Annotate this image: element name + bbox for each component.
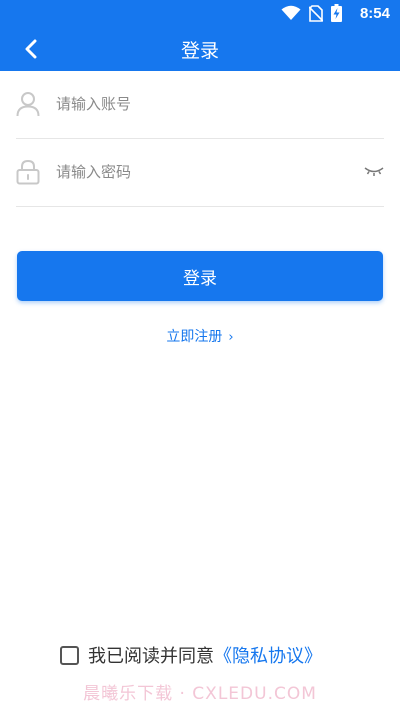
privacy-policy-link[interactable]: 《隐私协议》 <box>214 642 322 668</box>
status-bar: 8:54 <box>0 0 400 26</box>
agreement-row: 我已阅读并同意 《隐私协议》 <box>60 642 322 668</box>
battery-charging-icon <box>331 4 342 22</box>
app-header: 8:54 登录 <box>0 0 400 71</box>
register-link[interactable]: 立即注册 › <box>0 326 400 346</box>
navbar: 登录 <box>0 26 400 71</box>
eye-closed-icon[interactable] <box>364 163 384 179</box>
no-sim-icon <box>309 4 323 22</box>
account-field <box>16 71 384 139</box>
chevron-right-icon: › <box>228 330 234 345</box>
wifi-icon <box>281 5 301 20</box>
page-title: 登录 <box>180 40 219 62</box>
user-icon <box>16 92 40 117</box>
password-field <box>16 139 384 207</box>
lock-icon <box>16 159 40 185</box>
password-input[interactable] <box>56 157 356 187</box>
login-button[interactable]: 登录 <box>17 251 383 301</box>
watermark: 晨曦乐下载 · CXLEDU.COM <box>83 684 317 704</box>
status-icons <box>281 4 342 22</box>
agree-checkbox[interactable] <box>60 645 79 665</box>
status-time: 8:54 <box>359 5 390 22</box>
agreement-text: 我已阅读并同意 <box>88 646 214 667</box>
register-label: 立即注册 <box>166 329 223 345</box>
account-input[interactable] <box>56 89 356 119</box>
